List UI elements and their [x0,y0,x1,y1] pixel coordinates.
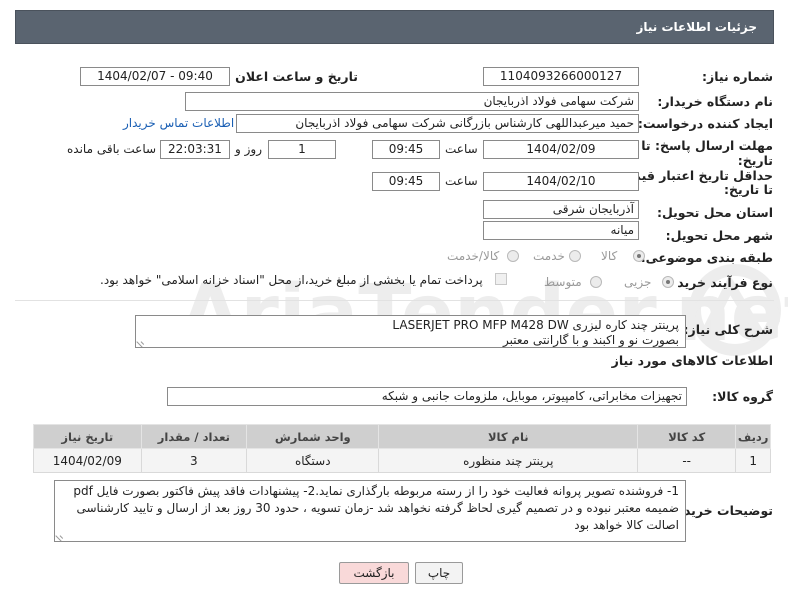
requester-label: ایجاد کننده درخواست: [637,116,773,131]
cell-item-name: پرینتر چند منظوره [378,448,639,473]
reply-date-field: 1404/02/09 [483,140,639,159]
day-and-label: روز و [235,142,262,156]
reply-deadline-label: مهلت ارسال پاسخ: تا [641,138,773,153]
need-desc-line-1: پرینتر چند کاره لیزری LASERJET PRO MFP M… [392,318,679,332]
need-desc-label: شرح کلی نیاز: [683,322,773,337]
reply-remaining-field: 22:03:31 [160,140,230,159]
category-radio-service[interactable] [569,250,581,262]
treasury-payment-note: پرداخت تمام یا بخشی از مبلغ خرید،از محل … [100,273,483,287]
page-title: جزئیات اطلاعات نیاز [636,20,757,34]
purchase-option-minor: جزیی [624,275,652,289]
items-table: ردیف کد کالا نام کالا واحد شمارش تعداد /… [33,424,771,473]
buyer-org-label: نام دستگاه خریدار: [657,94,773,109]
category-label: طبقه بندی موضوعی: [640,250,773,265]
purchase-type-label: نوع فرآیند خرید : [667,275,773,290]
reply-time-label: ساعت [445,142,478,156]
category-radio-goods[interactable] [633,250,645,262]
purchase-option-medium: متوسط [544,275,582,289]
col-header-row-number: ردیف [735,424,771,449]
back-button[interactable]: بازگشت [339,562,409,584]
need-desc-line-2: بصورت نو و اکبند و با گارانتی معتبر [503,333,679,347]
purchase-radio-medium[interactable] [590,276,602,288]
section-divider [15,300,774,301]
cell-unit: دستگاه [246,448,380,473]
table-row: 1 -- پرینتر چند منظوره دستگاه 3 1404/02/… [33,448,771,473]
print-button[interactable]: چاپ [415,562,463,584]
validity-date-field: 1404/02/10 [483,172,639,191]
need-number-field: 1104093266000127 [483,67,639,86]
remaining-label: ساعت باقی مانده [67,142,157,156]
buyer-notes-text: 1- فروشنده تصویر پروانه فعالیت خود را از… [73,484,679,532]
cell-item-code: -- [637,448,737,473]
goods-info-title: اطلاعات کالاهای مورد نیاز [611,353,773,368]
reply-deadline-label-2: تاریخ: [737,153,773,168]
reply-days-field: 1 [268,140,336,159]
delivery-province-field: آذربایجان شرقی [483,200,639,219]
col-header-item-code: کد کالا [637,424,737,449]
goods-group-label: گروه کالا: [712,389,773,404]
requester-field: حمید میرعبداللهی کارشناس بازرگانی شرکت س… [236,114,639,133]
treasury-payment-checkbox[interactable] [495,273,507,285]
buyer-notes-textarea: 1- فروشنده تصویر پروانه فعالیت خود را از… [54,480,686,542]
need-desc-textarea: پرینتر چند کاره لیزری LASERJET PRO MFP M… [135,315,686,348]
col-header-need-date: تاریخ نیاز [33,424,142,449]
delivery-province-label: استان محل تحویل: [656,205,773,220]
col-header-quantity: تعداد / مقدار [140,424,248,449]
delivery-city-field: میانه [483,221,639,240]
purchase-radio-minor[interactable] [662,276,674,288]
category-radio-goods-service[interactable] [507,250,519,262]
delivery-city-label: شهر محل تحویل: [665,228,773,243]
cell-need-date: 1404/02/09 [33,448,142,473]
cell-quantity: 3 [140,448,248,473]
goods-group-field: تجهیزات مخابراتی، کامپیوتر، موبایل، ملزو… [167,387,687,406]
category-option-goods: کالا [601,249,618,263]
resize-handle-icon [55,530,67,541]
cell-row-number: 1 [735,448,771,473]
validity-time-field: 09:45 [372,172,440,191]
buyer-org-field: شرکت سهامی فولاد اذربایجان [185,92,639,111]
buyer-contact-link[interactable]: اطلاعات تماس خریدار [123,116,234,130]
header-bar: جزئیات اطلاعات نیاز [15,10,774,44]
table-header-row: ردیف کد کالا نام کالا واحد شمارش تعداد /… [33,424,771,449]
col-header-unit: واحد شمارش [246,424,380,449]
category-option-service: خدمت [533,249,565,263]
validity-time-label: ساعت [445,174,478,188]
announce-datetime-field: 1404/02/07 - 09:40 [80,67,230,86]
watermark-logo: AriaTender.net [180,264,788,359]
col-header-item-name: نام کالا [378,424,639,449]
reply-time-field: 09:45 [372,140,440,159]
price-validity-label-2: تا تاریخ: [723,182,773,197]
category-option-goods-service: کالا/خدمت [447,249,500,263]
need-number-label: شماره نیاز: [702,69,773,84]
